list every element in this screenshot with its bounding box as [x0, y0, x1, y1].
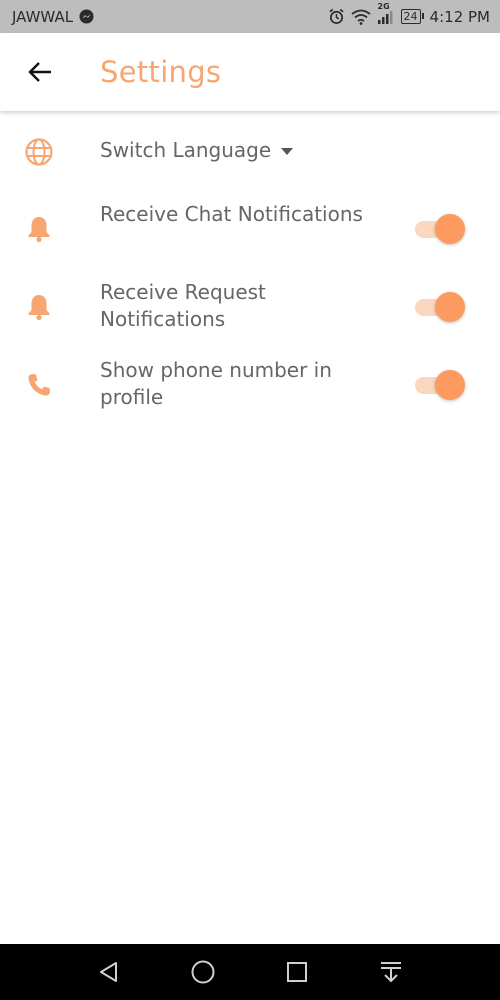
nav-notifications-button[interactable] [377, 958, 405, 986]
chevron-down-icon [281, 148, 294, 155]
alarm-icon [328, 8, 345, 25]
status-right: 2G 24 4:12 PM [328, 2, 490, 26]
carrier-name: JAWWAL [12, 7, 74, 26]
status-bar: JAWWAL 2G 24 4:12 PM [0, 0, 500, 33]
bell-icon [24, 214, 54, 244]
switch-language-dropdown[interactable]: Switch Language [100, 137, 294, 164]
chat-notifications-label: Receive Chat Notifications [100, 202, 363, 226]
recents-square-icon [287, 962, 307, 982]
arrow-left-icon [28, 62, 51, 82]
request-notifications-label: Receive Request Notifications [100, 280, 266, 331]
nav-home-button[interactable] [189, 958, 217, 986]
toggle-thumb [435, 214, 465, 244]
nav-back-button[interactable] [95, 958, 123, 986]
globe-icon [24, 137, 54, 167]
switch-language-label: Switch Language [100, 138, 272, 162]
toggle-thumb [435, 370, 465, 400]
app-bar: Settings [0, 33, 500, 111]
navigation-bar [0, 944, 500, 1000]
show-phone-toggle[interactable] [413, 369, 465, 401]
notification-pull-icon [381, 962, 401, 983]
toggle-thumb [435, 292, 465, 322]
battery-icon: 24 [400, 9, 424, 24]
bell-icon [24, 292, 54, 322]
language-row: Switch Language [0, 137, 500, 167]
chat-notifications-toggle[interactable] [413, 213, 465, 245]
back-button[interactable] [20, 52, 60, 92]
show-phone-row: Show phone number in profile [0, 357, 500, 413]
signal-icon: 2G [377, 2, 395, 25]
back-triangle-icon [100, 962, 117, 982]
wifi-icon [350, 9, 371, 25]
request-notifications-toggle[interactable] [413, 291, 465, 323]
request-notifications-row: Receive Request Notifications [0, 279, 500, 335]
battery-level: 24 [403, 9, 418, 23]
status-left: JAWWAL [12, 8, 94, 26]
home-circle-icon [191, 960, 215, 984]
clock: 4:12 PM [429, 7, 490, 26]
page-title: Settings [100, 55, 222, 89]
network-type: 2G [377, 1, 390, 11]
chat-notifications-row: Receive Chat Notifications [0, 201, 500, 257]
nav-recents-button[interactable] [283, 958, 311, 986]
show-phone-label: Show phone number in profile [100, 358, 332, 409]
phone-icon [24, 370, 54, 400]
messenger-icon [79, 9, 94, 24]
